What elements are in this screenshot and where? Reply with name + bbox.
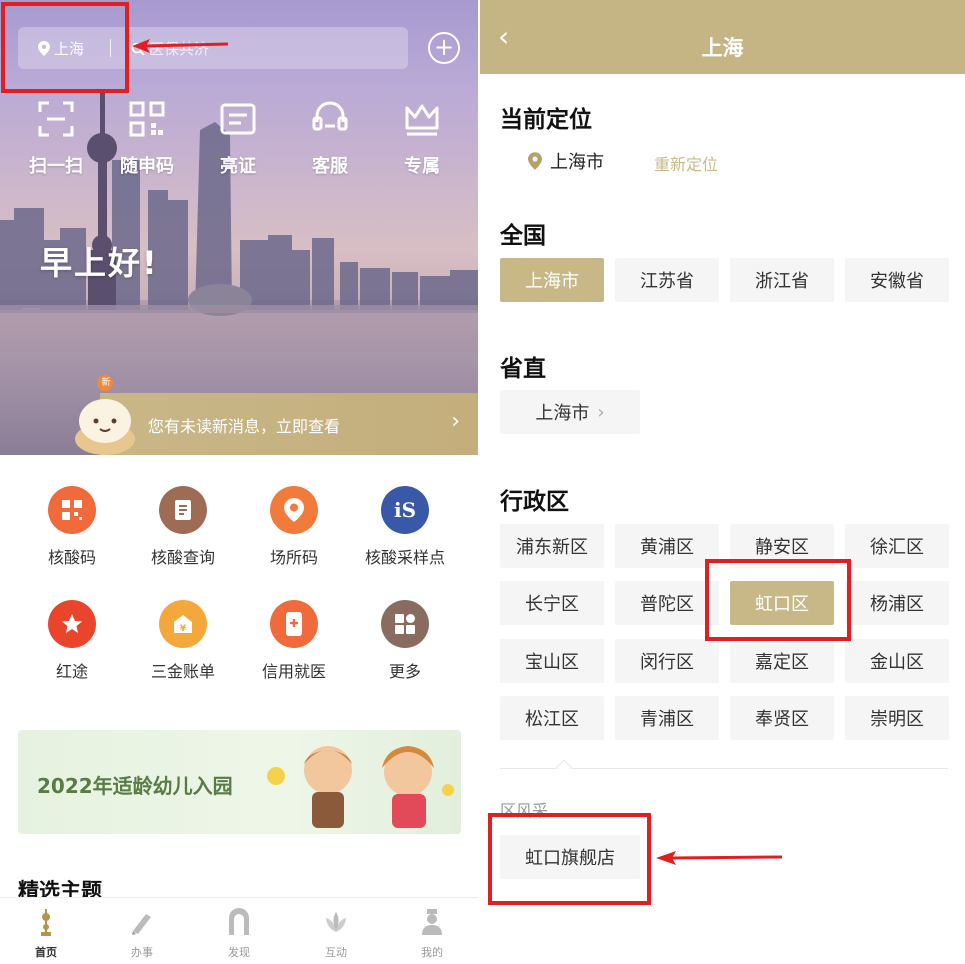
district-chip[interactable]: 长宁区 xyxy=(500,581,604,625)
service-three-funds-bill[interactable]: ¥ 三金账单 xyxy=(128,600,238,682)
location-pin-icon xyxy=(528,152,542,170)
crown-icon xyxy=(405,104,439,136)
city-selection-screen: ‹ 上海 当前定位 上海市 重新定位 全国 上海市 江苏省 浙江省 安徽省 省直… xyxy=(480,0,965,964)
district-chip[interactable]: 杨浦区 xyxy=(845,581,949,625)
quick-action-scan[interactable]: 扫一扫 xyxy=(21,100,91,178)
district-chip[interactable]: 黄浦区 xyxy=(615,524,719,568)
quick-action-exclusive[interactable]: 专属 xyxy=(387,100,457,178)
home-screen: 上海 医保共济 + 扫一扫 随申码 亮证 客服 专属 早上好! 您有未读新消息，… xyxy=(0,0,478,964)
tab-discover[interactable]: 发现 xyxy=(209,908,269,960)
page-title: 上海 xyxy=(701,36,744,60)
qr-code-icon xyxy=(48,486,96,534)
chevron-right-icon: › xyxy=(451,409,460,434)
unread-message-bar[interactable]: 您有未读新消息，立即查看 › xyxy=(100,393,478,455)
chevron-right-icon: › xyxy=(597,401,605,423)
current-location-heading: 当前定位 xyxy=(500,107,592,133)
service-more[interactable]: 更多 xyxy=(350,600,460,682)
district-chip[interactable]: 闵行区 xyxy=(615,639,719,683)
current-city-label: 上海市 xyxy=(550,152,604,173)
district-chip[interactable]: 松江区 xyxy=(500,696,604,740)
service-nucleic-query[interactable]: 核酸查询 xyxy=(128,486,238,568)
district-heading: 行政区 xyxy=(500,489,569,515)
pen-icon xyxy=(132,914,151,935)
current-location[interactable]: 上海市 xyxy=(528,148,604,174)
service-red-route[interactable]: 红途 xyxy=(17,600,127,682)
person-icon xyxy=(422,909,442,935)
district-chip[interactable]: 青浦区 xyxy=(615,696,719,740)
district-chip[interactable]: 奉贤区 xyxy=(730,696,834,740)
document-icon xyxy=(159,486,207,534)
banner-title: 2022年适龄幼儿入园 xyxy=(37,774,233,798)
district-chip[interactable]: 嘉定区 xyxy=(730,639,834,683)
province-chip[interactable]: 上海市 xyxy=(500,258,604,302)
provincial-heading: 省直 xyxy=(500,356,546,382)
district-chip[interactable]: 崇明区 xyxy=(845,696,949,740)
magnolia-icon xyxy=(326,912,346,932)
tab-home[interactable]: 首页 xyxy=(16,908,76,960)
relocate-button[interactable]: 重新定位 xyxy=(654,151,718,175)
service-sampling-sites[interactable]: iS 核酸采样点 xyxy=(350,486,460,568)
children-illustration xyxy=(267,746,454,828)
annotation-arrow-icon xyxy=(656,851,783,865)
annotation-highlight-box xyxy=(1,2,129,93)
tab-interact[interactable]: 互动 xyxy=(306,908,366,960)
location-icon xyxy=(270,486,318,534)
is-logo-icon: iS xyxy=(381,486,429,534)
wallet-icon: ¥ xyxy=(159,600,207,648)
district-chip[interactable]: 宝山区 xyxy=(500,639,604,683)
annotation-highlight-box xyxy=(705,559,851,641)
navigation-bar: ‹ 上海 xyxy=(480,0,965,74)
tab-services[interactable]: 办事 xyxy=(112,908,172,960)
province-chip[interactable]: 安徽省 xyxy=(845,258,949,302)
arch-icon xyxy=(229,908,249,935)
grid-icon xyxy=(381,600,429,648)
service-credit-medical[interactable]: 信用就医 xyxy=(239,600,349,682)
district-chip[interactable]: 普陀区 xyxy=(615,581,719,625)
message-text: 您有未读新消息，立即查看 xyxy=(148,417,341,436)
province-chip[interactable]: 江苏省 xyxy=(615,258,719,302)
national-heading: 全国 xyxy=(500,223,546,249)
district-chip[interactable]: 徐汇区 xyxy=(845,524,949,568)
service-venue-code[interactable]: 场所码 xyxy=(239,486,349,568)
greeting-text: 早上好! xyxy=(40,244,159,282)
provincial-city-chip[interactable]: 上海市 › xyxy=(500,390,640,434)
add-button[interactable]: + xyxy=(428,32,460,64)
home-tower-icon xyxy=(41,909,51,936)
pointer-notch xyxy=(555,759,573,777)
quick-action-customer-service[interactable]: 客服 xyxy=(295,100,365,178)
id-card-icon xyxy=(220,103,256,135)
district-chip[interactable]: 浦东新区 xyxy=(500,524,604,568)
district-chip[interactable]: 金山区 xyxy=(845,639,949,683)
kindergarten-enrollment-banner[interactable]: 2022年适龄幼儿入园 xyxy=(18,730,461,834)
annotation-highlight-box xyxy=(488,813,651,905)
svg-text:¥: ¥ xyxy=(180,624,187,634)
tab-mine[interactable]: 我的 xyxy=(402,908,462,960)
quick-action-health-code[interactable]: 随申码 xyxy=(112,100,182,178)
qr-code-icon xyxy=(129,101,165,137)
bottom-tab-bar: 首页 办事 发现 互动 我的 xyxy=(0,897,478,964)
province-chip[interactable]: 浙江省 xyxy=(730,258,834,302)
headset-icon xyxy=(312,101,348,131)
new-badge: 新 xyxy=(101,378,111,388)
scan-icon xyxy=(38,101,74,137)
star-icon xyxy=(48,600,96,648)
service-nucleic-code[interactable]: 核酸码 xyxy=(17,486,127,568)
phone-plus-icon xyxy=(270,600,318,648)
quick-action-show-id[interactable]: 亮证 xyxy=(203,100,273,178)
annotation-arrow-icon xyxy=(132,39,229,53)
